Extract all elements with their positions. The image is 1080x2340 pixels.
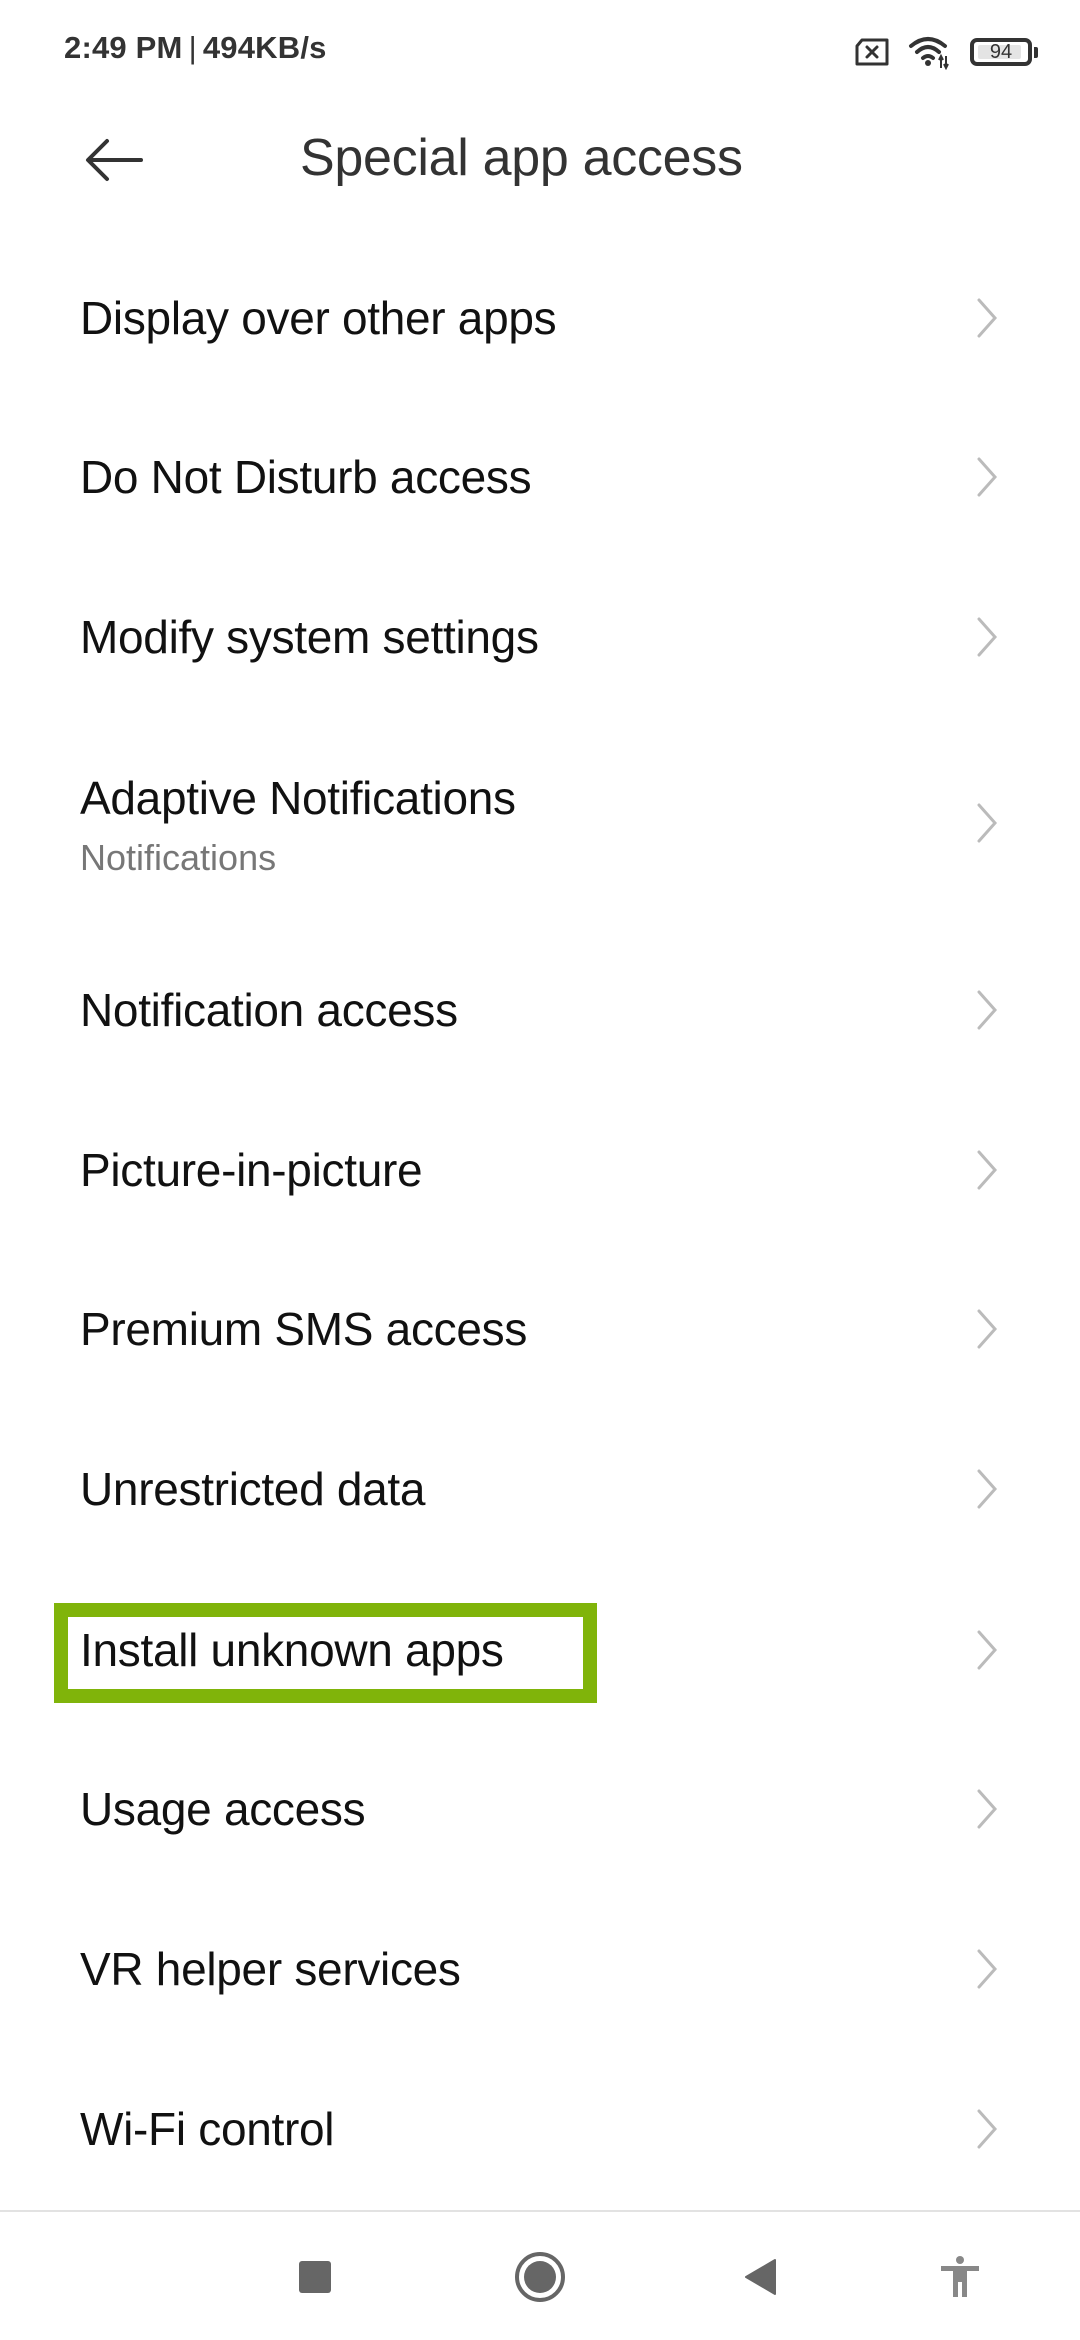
network-speed: 494KB/s [202, 30, 327, 65]
list-item-unrestricted-data[interactable]: Unrestricted data [0, 1414, 1080, 1564]
list-item-label: Install unknown apps [80, 1624, 504, 1676]
list-item-vr-helper-services[interactable]: VR helper services [0, 1894, 1080, 2044]
system-nav-bar [0, 2212, 1080, 2340]
back-triangle-icon [745, 2259, 776, 2295]
chevron-right-icon [977, 1309, 998, 1349]
back-button[interactable] [74, 130, 154, 190]
chevron-right-icon [977, 617, 998, 657]
home-button[interactable] [500, 2242, 580, 2312]
chevron-right-icon [977, 1150, 998, 1190]
list-item-label: Usage access [80, 1783, 366, 1835]
status-separator: | [188, 30, 197, 65]
list-item-install-unknown-apps[interactable]: Install unknown apps [0, 1575, 1080, 1725]
recents-square-icon [299, 2261, 331, 2293]
list-item-label: Premium SMS access [80, 1303, 528, 1355]
list-item-label: Display over other apps [80, 292, 557, 344]
list-item-premium-sms-access[interactable]: Premium SMS access [0, 1254, 1080, 1404]
list-item-label: Picture-in-picture [80, 1144, 423, 1196]
accessibility-icon [941, 2256, 979, 2297]
chevron-right-icon [977, 1469, 998, 1509]
chevron-right-icon [977, 803, 998, 843]
arrow-left-icon [86, 139, 143, 181]
chevron-right-icon [977, 457, 998, 497]
list-item-label: Do Not Disturb access [80, 451, 532, 503]
list-item-display-over-other-apps[interactable]: Display over other apps [0, 243, 1080, 393]
list-item-label: Wi-Fi control [80, 2103, 335, 2155]
wifi-icon [909, 37, 949, 70]
status-icons: 94 [854, 32, 1038, 72]
chevron-right-icon [977, 298, 998, 338]
app-bar: Special app access [0, 110, 1080, 210]
battery-icon: 94 [970, 38, 1032, 66]
list-item-adaptive-notifications[interactable]: Adaptive Notifications Notifications [0, 728, 1080, 918]
status-bar: 2:49 PM | 494KB/s 94 [0, 0, 1080, 100]
page-title: Special app access [300, 129, 743, 187]
status-time: 2:49 PM [64, 30, 183, 65]
battery-nub [1034, 46, 1038, 58]
recents-button[interactable] [275, 2242, 355, 2312]
list-item-label: VR helper services [80, 1943, 461, 1995]
list-item-notification-access[interactable]: Notification access [0, 935, 1080, 1085]
list-item-label: Modify system settings [80, 611, 539, 663]
chevron-right-icon [977, 1630, 998, 1670]
list-item-subtitle: Notifications [80, 837, 277, 878]
status-left: 2:49 PM | 494KB/s [64, 30, 327, 66]
battery-level: 94 [989, 41, 1013, 63]
chevron-right-icon [977, 990, 998, 1030]
back-nav-button[interactable] [720, 2242, 800, 2312]
sim-disabled-icon [855, 38, 889, 66]
list-item-picture-in-picture[interactable]: Picture-in-picture [0, 1095, 1080, 1245]
chevron-right-icon [977, 1789, 998, 1829]
accessibility-button[interactable] [920, 2242, 1000, 2312]
chevron-right-icon [977, 2109, 998, 2149]
list-item-wifi-control[interactable]: Wi-Fi control [0, 2054, 1080, 2204]
chevron-right-icon [977, 1949, 998, 1989]
list-item-do-not-disturb-access[interactable]: Do Not Disturb access [0, 402, 1080, 552]
list-item-modify-system-settings[interactable]: Modify system settings [0, 562, 1080, 712]
list-item-usage-access[interactable]: Usage access [0, 1734, 1080, 1884]
list-item-label: Unrestricted data [80, 1463, 426, 1515]
list-item-label: Adaptive Notifications [80, 772, 516, 824]
home-circle-icon [515, 2252, 565, 2302]
list-item-label: Notification access [80, 984, 458, 1036]
